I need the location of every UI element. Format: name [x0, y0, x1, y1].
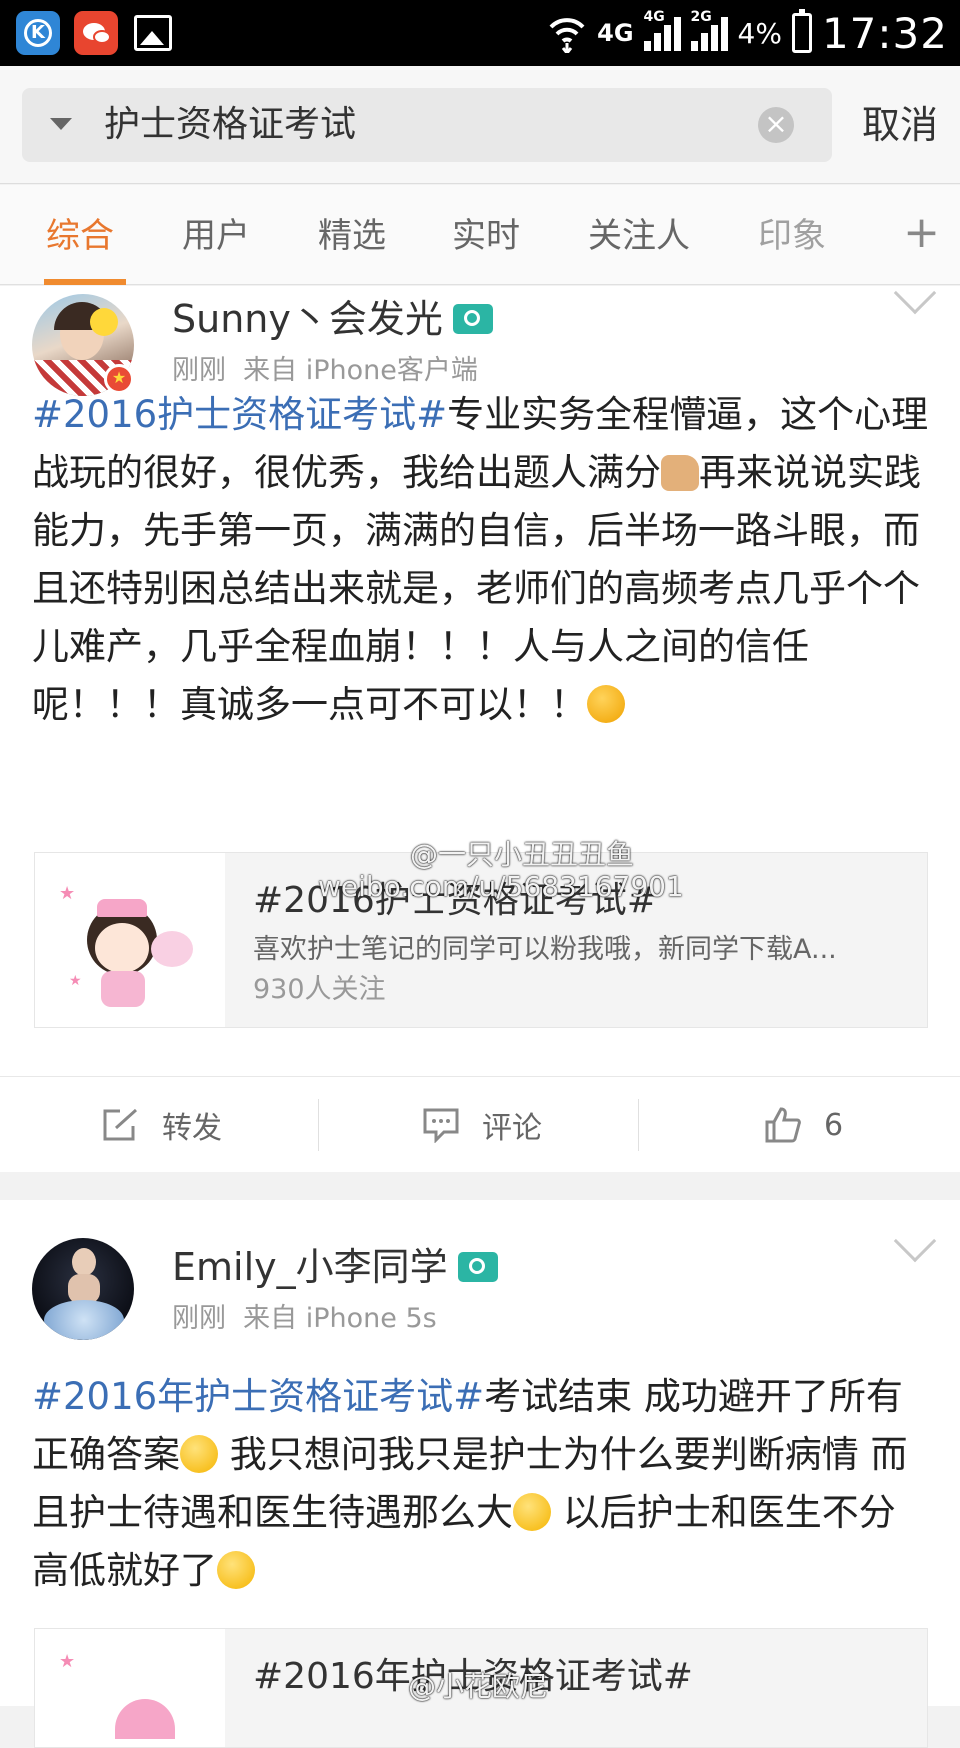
tab-following[interactable]: 关注人 [588, 215, 690, 257]
sleepy-emoji-icon [217, 1551, 255, 1589]
clock: 17:32 [821, 8, 948, 58]
watermark-bottom: @小花欧尼 [408, 1670, 549, 1703]
search-input[interactable]: 护士资格证考试 × [22, 88, 832, 162]
post-username[interactable]: Sunny丶会发光 [172, 296, 493, 342]
post-source: 来自 iPhone客户端 [243, 355, 478, 386]
post-meta: 刚刚 来自 iPhone 5s [172, 1302, 437, 1336]
add-tab-icon[interactable]: + [903, 209, 940, 257]
post-time: 刚刚 [172, 355, 226, 386]
repost-description: 喜欢护士笔记的同学可以粉我哦，新同学下载A... [253, 934, 837, 965]
search-tabs: 综合 用户 精选 实时 关注人 印象 + [0, 185, 960, 285]
username-text[interactable]: Emily_小李同学 [172, 1244, 448, 1290]
post-username[interactable]: Emily_小李同学 [172, 1244, 498, 1290]
sim1-label: 4G [643, 9, 665, 25]
avatar[interactable] [32, 1238, 134, 1340]
watermark-url: weibo.com/u/5683167901 [318, 870, 684, 903]
repost-followers: 930人关注 [253, 974, 386, 1005]
hashtag-link[interactable]: #2016年护士资格证考试# [32, 1375, 484, 1418]
like-count[interactable]: 6 [824, 1108, 843, 1143]
clear-search-button[interactable]: × [758, 107, 794, 143]
watermark-handle: @一只小丑丑丑鱼 [410, 838, 635, 871]
battery-icon [791, 9, 812, 53]
search-query[interactable]: 护士资格证考试 [104, 102, 356, 148]
laughing-emoji-icon [180, 1435, 218, 1473]
tab-realtime[interactable]: 实时 [452, 215, 520, 257]
post-source: 来自 iPhone 5s [243, 1303, 437, 1334]
nurse-cartoon-image: ★ ★ [35, 853, 225, 1027]
action-divider [318, 1099, 319, 1151]
status-indicators: 4G 4G 2G 4% 17:32 [547, 0, 948, 66]
post-actions: 转发 评论 6 [0, 1076, 960, 1172]
gallery-icon [134, 15, 172, 51]
signal-sim1: 4G [643, 9, 681, 51]
battery-percent: 4% [737, 16, 782, 50]
cancel-button[interactable]: 取消 [862, 100, 938, 150]
tab-users[interactable]: 用户 [182, 215, 250, 257]
wechat-icon [74, 11, 118, 55]
comment-button[interactable]: 评论 [422, 1077, 542, 1173]
comment-icon [423, 1108, 459, 1143]
tab-featured[interactable]: 精选 [318, 215, 386, 257]
hashtag-link[interactable]: #2016护士资格证考试# [32, 393, 447, 436]
camera-icon [457, 1252, 498, 1282]
dropdown-arrow-icon[interactable] [50, 118, 72, 130]
post-meta: 刚刚 来自 iPhone客户端 [172, 354, 478, 388]
active-tab-indicator [44, 279, 126, 285]
like-button[interactable]: 6 [764, 1077, 843, 1173]
wifi-network-label: 4G [597, 19, 634, 47]
nurse-cartoon-image: ★ [35, 1629, 225, 1747]
username-text[interactable]: Sunny丶会发光 [172, 296, 443, 342]
signal-sim2: 2G [690, 9, 728, 51]
repost-button[interactable]: 转发 [102, 1077, 222, 1173]
camera-icon [452, 304, 493, 334]
comment-label[interactable]: 评论 [482, 1103, 542, 1147]
tab-comprehensive[interactable]: 综合 [46, 215, 114, 257]
smirk-emoji-icon [513, 1493, 551, 1531]
sim2-label: 2G [690, 9, 712, 25]
chevron-down-icon[interactable] [893, 1219, 937, 1263]
action-divider [638, 1099, 639, 1151]
thumbs-up-emoji-icon [661, 455, 699, 491]
post-text: #2016护士资格证考试#专业实务全程懵逼，这个心理战玩的很好，很优秀，我给出题… [32, 386, 932, 734]
share-icon [103, 1108, 138, 1141]
post-card: Emily_小李同学 刚刚 来自 iPhone 5s #2016年护士资格证考试… [0, 1200, 960, 1748]
post-text: #2016年护士资格证考试#考试结束 成功避开了所有正确答案 我只想问我只是护士… [32, 1368, 932, 1600]
crying-emoji-icon [587, 685, 625, 723]
repost-label[interactable]: 转发 [162, 1103, 222, 1147]
search-bar: 护士资格证考试 × 取消 [0, 66, 960, 184]
wifi-icon [547, 13, 587, 56]
post-time: 刚刚 [172, 1303, 226, 1334]
status-bar: K 4G 4G 2G 4% 17:32 [0, 0, 960, 66]
k-app-icon: K [16, 11, 60, 55]
post-card: ★ Sunny丶会发光 刚刚 来自 iPhone客户端 #2016护士资格证考试… [0, 271, 960, 1172]
tab-impression[interactable]: 印象 [758, 215, 826, 257]
thumbs-up-icon [765, 1107, 801, 1143]
